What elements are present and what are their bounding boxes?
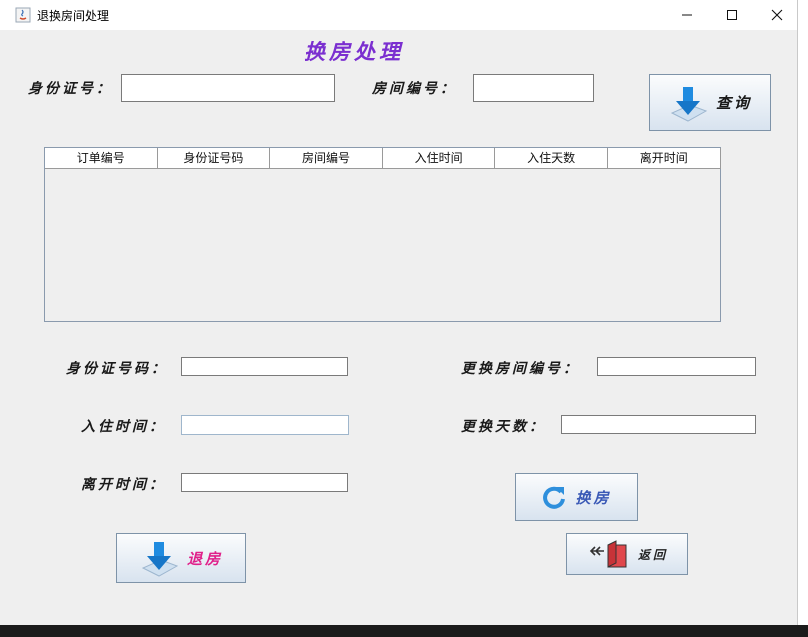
change-days-label: 更换天数：: [461, 419, 546, 435]
checkout-button-label: 退房: [186, 549, 223, 568]
checkin-time-input[interactable]: [181, 415, 349, 435]
leave-time-input[interactable]: [181, 473, 348, 492]
minimize-button[interactable]: [664, 0, 710, 30]
change-room-button-label: 换房: [575, 488, 612, 507]
column-header-checkin-time[interactable]: 入住时间: [383, 148, 496, 168]
query-button[interactable]: 查询: [649, 74, 771, 131]
query-button-label: 查询: [715, 94, 752, 112]
maximize-icon: [727, 10, 737, 20]
search-id-label: 身份证号：: [28, 81, 113, 97]
column-header-order-id[interactable]: 订单编号: [45, 148, 158, 168]
back-button[interactable]: 返回: [566, 533, 688, 575]
orders-table[interactable]: 订单编号 身份证号码 房间编号 入住时间 入住天数 离开时间: [44, 147, 721, 322]
background-window-edge: [798, 0, 808, 625]
column-header-id-number[interactable]: 身份证号码: [158, 148, 271, 168]
checkout-button[interactable]: 退房: [116, 533, 246, 583]
table-header: 订单编号 身份证号码 房间编号 入住时间 入住天数 离开时间: [45, 148, 721, 169]
column-header-stay-days[interactable]: 入住天数: [495, 148, 608, 168]
exit-door-icon: [589, 540, 627, 568]
column-header-leave-time[interactable]: 离开时间: [608, 148, 721, 168]
title-bar: 退换房间处理: [0, 0, 797, 30]
search-room-input[interactable]: [473, 74, 594, 102]
close-button[interactable]: [754, 0, 800, 30]
change-room-button[interactable]: 换房: [515, 473, 638, 521]
java-app-icon: [15, 7, 31, 23]
id-number-label: 身份证号码：: [66, 361, 168, 377]
new-room-input[interactable]: [597, 357, 756, 376]
id-number-input[interactable]: [181, 357, 348, 376]
maximize-button[interactable]: [709, 0, 755, 30]
new-room-label: 更换房间编号：: [461, 361, 580, 377]
search-room-label: 房间编号：: [372, 81, 457, 97]
search-id-input[interactable]: [121, 74, 335, 102]
leave-time-label: 离开时间：: [81, 477, 166, 493]
refresh-icon: [543, 486, 566, 509]
taskbar: [0, 625, 808, 637]
download-arrow-icon: [670, 86, 708, 122]
change-days-input[interactable]: [561, 415, 756, 434]
page-title: 换房处理: [304, 39, 404, 64]
back-button-label: 返回: [637, 547, 668, 562]
column-header-room-number[interactable]: 房间编号: [270, 148, 383, 168]
window-title: 退换房间处理: [37, 9, 110, 23]
minimize-icon: [682, 14, 692, 16]
close-icon: [771, 9, 783, 21]
main-window: 退换房间处理 换房处理 身份证号： 房间编号： 查询 订单编号 身份证号码 房间…: [0, 0, 798, 625]
table-body: [45, 169, 720, 321]
checkin-time-label: 入住时间：: [81, 419, 166, 435]
download-arrow-icon: [141, 542, 179, 577]
